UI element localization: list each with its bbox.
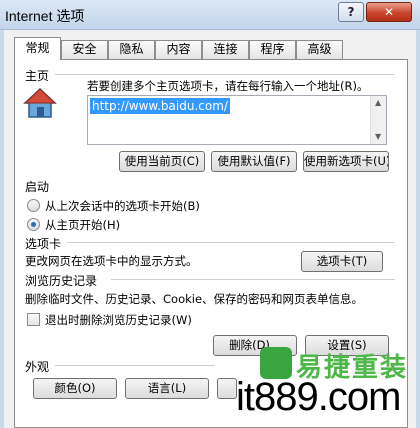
appearance-group-title: 外观 xyxy=(25,360,50,374)
tabs-group-title: 选项卡 xyxy=(25,237,62,251)
divider xyxy=(55,365,215,366)
history-group-title: 浏览历史记录 xyxy=(25,274,98,288)
radio-home-page[interactable] xyxy=(27,218,40,231)
tab-content[interactable]: 内容 xyxy=(155,40,202,59)
divider xyxy=(111,279,395,280)
delete-on-exit-checkbox[interactable] xyxy=(27,313,40,326)
use-current-button[interactable]: 使用当前页(C) xyxy=(119,151,205,172)
tabs-settings-button[interactable]: 选项卡(T) xyxy=(301,251,383,272)
use-default-button[interactable]: 使用默认值(F) xyxy=(211,151,297,172)
delete-history-button[interactable]: 删除(D)... xyxy=(213,335,297,356)
delete-on-exit-label: 退出时删除浏览历史记录(W) xyxy=(45,313,192,327)
radio-last-session[interactable] xyxy=(27,199,40,212)
colors-button[interactable]: 颜色(O) xyxy=(33,378,117,399)
use-new-tab-button[interactable]: 使用新选项卡(U) xyxy=(303,151,389,172)
textarea-scrollbar[interactable]: ▲ ▼ xyxy=(370,96,386,144)
dialog-body: 常规 安全 隐私 内容 连接 程序 高级 主页 若要创建多个主页选项卡，请在每行… xyxy=(4,30,416,428)
scroll-down-icon[interactable]: ▼ xyxy=(375,132,381,141)
close-button[interactable]: ✕ xyxy=(366,2,412,22)
scroll-up-icon[interactable]: ▲ xyxy=(375,98,381,107)
history-settings-button[interactable]: 设置(S) xyxy=(305,335,389,356)
tab-privacy[interactable]: 隐私 xyxy=(108,40,155,59)
help-button[interactable]: ? xyxy=(338,2,364,22)
history-description: 删除临时文件、历史记录、Cookie、保存的密码和网页表单信息。 xyxy=(25,292,364,306)
home-instruction: 若要创建多个主页选项卡，请在每行输入一个地址(R)。 xyxy=(87,79,369,93)
help-icon: ? xyxy=(347,5,355,19)
tab-panel-general: 主页 若要创建多个主页选项卡，请在每行输入一个地址(R)。 http://www… xyxy=(14,59,408,428)
radio-last-session-label: 从上次会话中的选项卡开始(B) xyxy=(45,199,200,213)
title-bar: Internet 选项 ? ✕ xyxy=(0,0,420,30)
fonts-button[interactable] xyxy=(217,378,237,399)
tab-security[interactable]: 安全 xyxy=(61,40,108,59)
tab-advanced[interactable]: 高级 xyxy=(296,40,343,59)
tab-connections[interactable]: 连接 xyxy=(202,40,249,59)
close-icon: ✕ xyxy=(383,5,395,19)
divider xyxy=(55,74,395,75)
radio-home-page-label: 从主页开始(H) xyxy=(45,218,121,232)
home-icon xyxy=(23,87,57,118)
divider xyxy=(67,242,395,243)
home-page-textarea[interactable]: http://www.baidu.com/ ▲ ▼ xyxy=(87,95,387,145)
tab-general[interactable]: 常规 xyxy=(14,37,61,60)
tabs-description: 更改网页在选项卡中的显示方式。 xyxy=(25,254,198,268)
window-title: Internet 选项 xyxy=(5,8,85,24)
tab-programs[interactable]: 程序 xyxy=(249,40,296,59)
home-group-title: 主页 xyxy=(25,69,50,83)
startup-group-title: 启动 xyxy=(25,180,50,194)
home-url-value: http://www.baidu.com/ xyxy=(90,98,230,114)
languages-button[interactable]: 语言(L) xyxy=(125,378,209,399)
